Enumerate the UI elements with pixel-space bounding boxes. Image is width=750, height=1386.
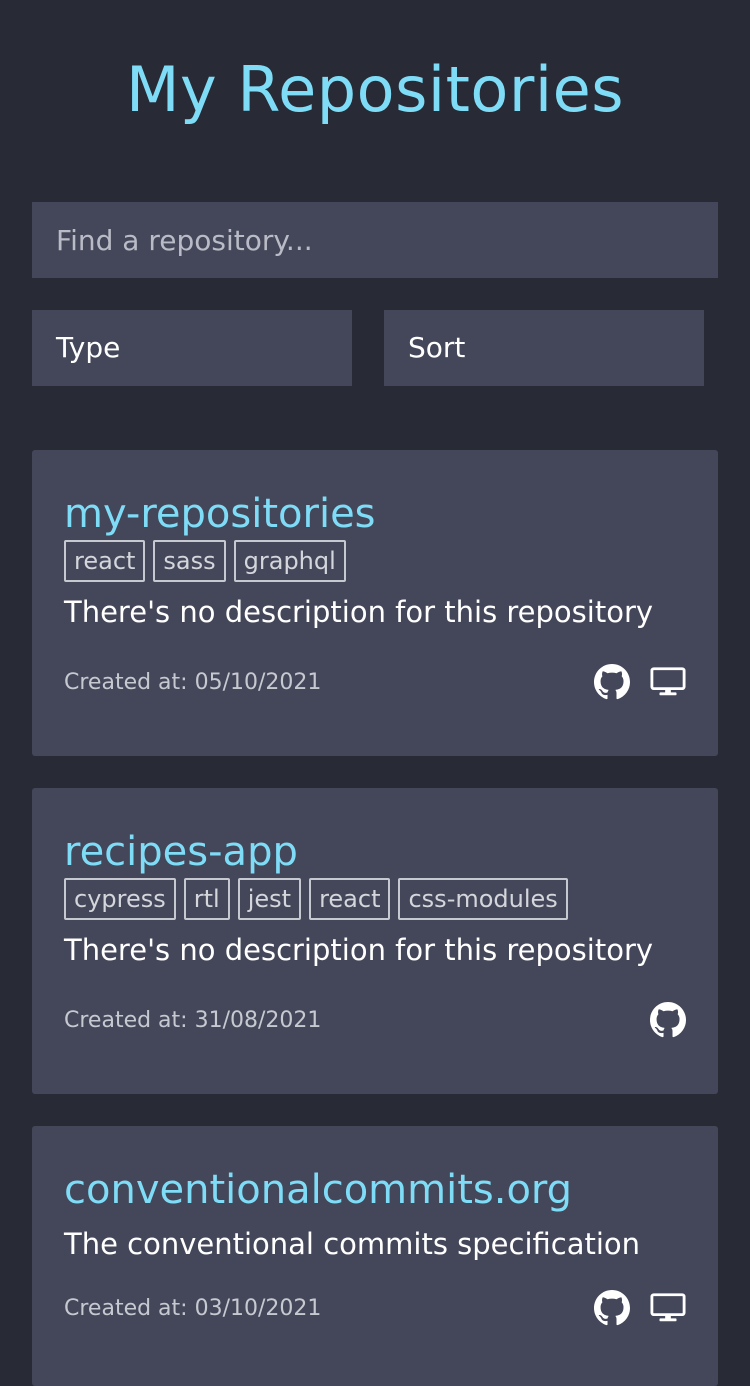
github-icon[interactable] <box>594 1290 630 1326</box>
created-date: Created at: 03/10/2021 <box>64 1295 322 1321</box>
github-icon[interactable] <box>650 1002 686 1038</box>
search-input[interactable] <box>32 202 718 278</box>
tag: sass <box>153 540 226 582</box>
created-date: Created at: 05/10/2021 <box>64 669 322 695</box>
repository-footer: Created at: 03/10/2021 <box>64 1288 686 1328</box>
repository-description: There's no description for this reposito… <box>64 933 654 967</box>
repository-name-link[interactable]: conventionalcommits.org <box>64 1166 686 1214</box>
tag: graphql <box>233 540 346 582</box>
tag: cypress <box>64 878 176 920</box>
repository-card: conventionalcommits.org The conventional… <box>32 1126 718 1386</box>
sort-select[interactable]: Sort <box>384 310 704 386</box>
repository-card: recipes-app cypress rtl jest react css-m… <box>32 788 718 1094</box>
repository-footer: Created at: 31/08/2021 <box>64 1000 686 1040</box>
repository-links <box>650 1002 686 1038</box>
tag: jest <box>237 878 302 920</box>
tag-list: react sass graphql <box>64 540 686 582</box>
tag-list: cypress rtl jest react css-modules <box>64 878 686 920</box>
repository-links <box>594 1290 686 1326</box>
desktop-icon[interactable] <box>650 1290 686 1326</box>
github-icon[interactable] <box>594 664 630 700</box>
repository-name-link[interactable]: my-repositories <box>64 490 686 538</box>
repository-description: The conventional commits specification <box>64 1227 641 1261</box>
repository-card: my-repositories react sass graphql There… <box>32 450 718 756</box>
repository-links <box>594 664 686 700</box>
repository-description: There's no description for this reposito… <box>64 595 654 629</box>
type-filter-select[interactable]: Type <box>32 310 352 386</box>
tag: react <box>64 540 146 582</box>
repository-footer: Created at: 05/10/2021 <box>64 662 686 702</box>
tag: rtl <box>183 878 230 920</box>
repository-name-link[interactable]: recipes-app <box>64 828 686 876</box>
tag: css-modules <box>398 878 568 920</box>
tag: react <box>309 878 391 920</box>
desktop-icon[interactable] <box>650 664 686 700</box>
created-date: Created at: 31/08/2021 <box>64 1007 322 1033</box>
page-title: My Repositories <box>125 53 625 126</box>
